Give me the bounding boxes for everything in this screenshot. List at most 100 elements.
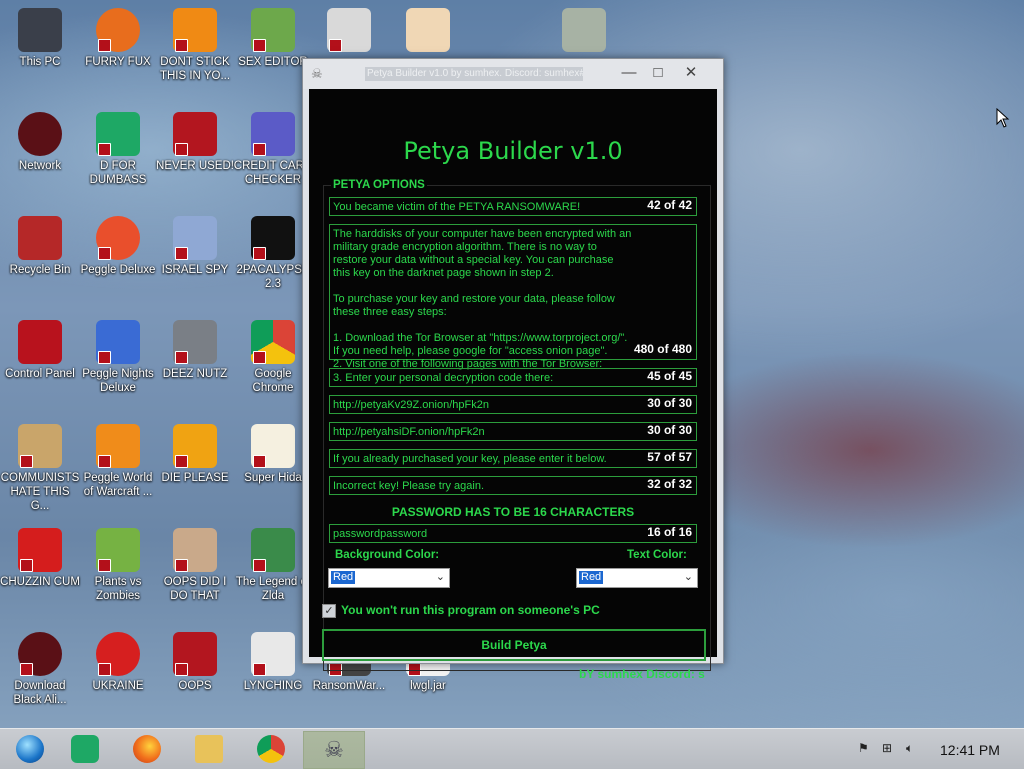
desktop-shortcut[interactable]: ISRAEL SPY	[155, 216, 235, 277]
desktop-shortcut-label: D FOR DUMBASS	[89, 160, 147, 186]
desktop-shortcut-label: SEX EDITOR	[238, 56, 308, 68]
volume-icon[interactable]: 🔈︎	[906, 741, 913, 756]
consent-checkbox-label[interactable]: You won't run this program on someone's …	[341, 603, 600, 617]
windows-stack-icon	[173, 320, 217, 364]
desktop-shortcut-label: Network	[18, 160, 62, 172]
desktop-shortcut[interactable]: Peggle World of Warcraft ...	[78, 424, 158, 499]
desktop-shortcut[interactable]: COMMUNISTS HATE THIS G...	[0, 424, 80, 513]
credit-card-icon	[251, 112, 295, 156]
char-count: 42 of 42	[647, 198, 692, 212]
ransom-message-field[interactable]: The harddisks of your computer have been…	[329, 224, 697, 370]
taskbar-petya-builder[interactable]: ☠	[303, 731, 365, 769]
password-field[interactable]: passwordpassword 16 of 16	[329, 524, 697, 543]
char-count: 480 of 480	[633, 342, 692, 356]
text-color-label: Text Color:	[627, 549, 687, 561]
desktop-shortcut-label: 2PACALYPSE 2.3	[236, 264, 310, 290]
network-icon	[18, 112, 62, 156]
desktop-shortcut[interactable]: DEEZ NUTZ	[155, 320, 235, 381]
clock[interactable]: 12:41 PM	[940, 742, 1000, 758]
close-button[interactable]: ✕	[679, 63, 703, 83]
background-color-select[interactable]: Red ⌄	[328, 568, 450, 588]
taskbar-file-explorer[interactable]	[179, 731, 239, 767]
desktop-shortcut[interactable]: UKRAINE	[78, 632, 158, 693]
desktop-shortcut[interactable]: FURRY FUX	[78, 8, 158, 69]
start-button[interactable]	[0, 731, 60, 767]
flag-icon[interactable]: ⚑	[858, 741, 869, 755]
desktop-shortcut[interactable]: Peggle Nights Deluxe	[78, 320, 158, 395]
text-color-select[interactable]: Red ⌄	[576, 568, 698, 588]
char-count: 57 of 57	[647, 450, 692, 464]
desktop-shortcut-label: Peggle Nights Deluxe	[82, 368, 154, 394]
desktop-shortcut[interactable]: Super Hida	[233, 424, 313, 485]
build-petya-button[interactable]: Build Petya	[322, 629, 706, 661]
shortcut-badge-icon	[253, 247, 266, 260]
char-count: 32 of 32	[647, 477, 692, 491]
desktop-shortcut-label: Download Black Ali...	[13, 680, 67, 706]
title-bar[interactable]: ☠ Petya Builder v1.0 by sumhex. Discord:…	[303, 59, 723, 89]
taskbar-firefox[interactable]	[117, 731, 177, 767]
desktop-shortcut[interactable]: This PC	[0, 8, 80, 69]
desktop-shortcut[interactable]	[544, 8, 624, 55]
shortcut-badge-icon	[175, 663, 188, 676]
desktop-shortcut-label: Control Panel	[5, 368, 75, 380]
firefox-icon	[133, 735, 161, 763]
pixel-dog-icon	[251, 424, 295, 468]
desktop-shortcut[interactable]: OOPS	[155, 632, 235, 693]
consent-checkbox[interactable]: ✓	[322, 604, 336, 618]
onion-url-2-field[interactable]: http://petyahsiDF.onion/hpFk2n 30 of 30	[329, 422, 697, 441]
incorrect-key-field[interactable]: Incorrect key! Please try again. 32 of 3…	[329, 476, 697, 495]
peggle-nights-icon	[96, 320, 140, 364]
desktop-shortcut[interactable]: DIE PLEASE	[155, 424, 235, 485]
desktop-shortcut[interactable]	[309, 8, 389, 55]
shortcut-badge-icon	[329, 39, 342, 52]
spy-icon	[173, 216, 217, 260]
desktop-shortcut[interactable]: D FOR DUMBASS	[78, 112, 158, 187]
desktop-shortcut[interactable]: CHUZZIN CUM	[0, 528, 80, 589]
desktop-shortcut[interactable]: Peggle Deluxe	[78, 216, 158, 277]
desktop-shortcut-label: DEEZ NUTZ	[162, 368, 228, 380]
shortcut-badge-icon	[20, 455, 33, 468]
key-prompt-field[interactable]: If you already purchased your key, pleas…	[329, 449, 697, 468]
desktop-shortcut[interactable]: NEVER USED!	[155, 112, 235, 173]
ransom-title-field[interactable]: You became victim of the PETYA RANSOMWAR…	[329, 197, 697, 216]
desktop-shortcut[interactable]: Google Chrome	[233, 320, 313, 395]
desktop-shortcut-label: Peggle World of Warcraft ...	[83, 472, 153, 498]
desktop-shortcut[interactable]: Recycle Bin	[0, 216, 80, 277]
chrome-icon	[257, 735, 285, 763]
maximize-button[interactable]: □	[646, 63, 670, 83]
taskbar-docs[interactable]	[55, 731, 115, 767]
onion-url-1-field[interactable]: http://petyaKv29Z.onion/hpFk2n 30 of 30	[329, 395, 697, 414]
desktop-shortcut[interactable]: OOPS DID I DO THAT	[155, 528, 235, 603]
desktop-shortcut[interactable]	[388, 8, 468, 55]
network-icon[interactable]: ⊞	[882, 741, 892, 755]
desktop-shortcut-label: RansomWar...	[312, 680, 386, 692]
shortcut-badge-icon	[20, 559, 33, 572]
window-client-area: Petya Builder v1.0 PETYA OPTIONS You bec…	[309, 89, 717, 681]
file-explorer-icon	[195, 735, 223, 763]
desktop-shortcut[interactable]: 2PACALYPSE 2.3	[233, 216, 313, 291]
petya-builder-window: ☠ Petya Builder v1.0 by sumhex. Discord:…	[302, 58, 724, 681]
char-count: 30 of 30	[647, 396, 692, 410]
desktop-shortcut[interactable]: The Legend of Zlda	[233, 528, 313, 603]
desktop-shortcut[interactable]: Plants vs Zombies	[78, 528, 158, 603]
desktop-shortcut[interactable]: LYNCHING	[233, 632, 313, 693]
devcpp-icon	[173, 112, 217, 156]
footer-credit: bY sumhex Discord: s	[579, 667, 705, 681]
minimize-button[interactable]: —	[617, 63, 641, 83]
desktop-shortcut[interactable]: Download Black Ali...	[0, 632, 80, 707]
char-count: 45 of 45	[647, 369, 692, 383]
desktop-shortcut[interactable]: Network	[0, 112, 80, 173]
shortcut-badge-icon	[253, 663, 266, 676]
desktop-shortcut[interactable]: DONT STICK THIS IN YO...	[155, 8, 235, 83]
desktop-shortcut[interactable]: Control Panel	[0, 320, 80, 381]
desktop-shortcut-label: ISRAEL SPY	[161, 264, 229, 276]
desktop-shortcut[interactable]: SEX EDITOR	[233, 8, 313, 69]
desktop-shortcut[interactable]: CREDIT CARD CHECKER	[233, 112, 313, 187]
peggle-wow-icon	[96, 424, 140, 468]
shortcut-badge-icon	[175, 143, 188, 156]
taskbar-chrome[interactable]	[241, 731, 301, 767]
shortcut-badge-icon	[98, 351, 111, 364]
shortcut-badge-icon	[253, 455, 266, 468]
money-bag-icon	[18, 424, 62, 468]
step3-field[interactable]: 3. Enter your personal decryption code t…	[329, 368, 697, 387]
